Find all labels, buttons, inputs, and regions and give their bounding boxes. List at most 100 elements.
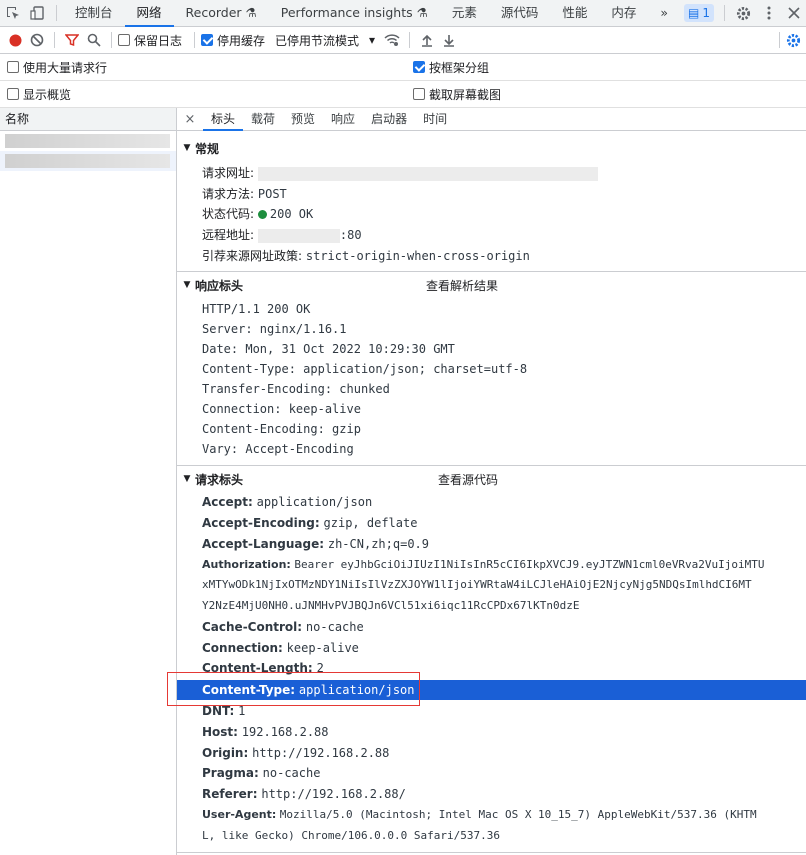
search-icon[interactable] — [83, 27, 105, 53]
inspect-element-icon[interactable] — [0, 0, 25, 26]
tab-timing[interactable]: 时间 — [415, 108, 455, 131]
header-value: Bearer eyJhbGciOiJIUzI1NiIsInR5cCI6IkpXV… — [294, 558, 765, 571]
close-details-icon[interactable]: × — [177, 112, 203, 127]
options-row-1: 使用大量请求行 按框架分组 — [0, 54, 806, 81]
show-overview-label: 显示概览 — [23, 87, 72, 102]
tab-performance-insights[interactable]: Performance insights ⚗ — [269, 0, 440, 27]
tab-performance[interactable]: 性能 — [550, 0, 599, 27]
request-header-authorization: Authorization: Bearer eyJhbGciOiJIUzI1Ni… — [202, 555, 802, 575]
request-row-selected[interactable] — [0, 151, 176, 171]
tab-response[interactable]: 响应 — [323, 108, 363, 131]
triangle-down-icon: ▼ — [183, 143, 191, 153]
export-har-icon[interactable] — [438, 27, 460, 53]
tab-network[interactable]: 网络 — [124, 0, 174, 27]
view-parsed-link[interactable]: 查看解析结果 — [426, 277, 498, 294]
request-list: 名称 — [0, 108, 177, 855]
tab-memory[interactable]: 内存 — [599, 0, 648, 27]
request-header-origin: Origin: http://192.168.2.88 — [202, 743, 802, 763]
general-section-header[interactable]: ▼ 常规 — [177, 138, 806, 158]
capture-screenshots-option[interactable]: 截取屏幕截图 — [413, 86, 507, 103]
request-header-referer: Referer: http://192.168.2.88/ — [202, 784, 802, 804]
request-method-line: 请求方法: POST — [202, 184, 802, 204]
header-value: no-cache — [262, 766, 321, 780]
request-headers-section-header[interactable]: ▼ 请求标头 查看源代码 — [177, 469, 806, 489]
preserve-log-checkbox[interactable] — [118, 34, 130, 46]
issues-badge[interactable]: ▤ 1 — [684, 4, 715, 22]
header-name: DNT: — [202, 704, 235, 718]
close-icon[interactable] — [781, 0, 806, 26]
response-header-line: Transfer-Encoding: chunked — [202, 382, 390, 396]
group-by-frame-checkbox[interactable] — [413, 61, 425, 73]
settings-gear-icon[interactable] — [731, 0, 756, 26]
large-rows-option[interactable]: 使用大量请求行 — [7, 59, 113, 76]
tab-recorder[interactable]: Recorder ⚗ — [174, 0, 269, 27]
response-header-line: Vary: Accept-Encoding — [202, 442, 354, 456]
response-headers-section-header[interactable]: ▼ 响应标头 查看解析结果 — [177, 275, 806, 295]
large-rows-label: 使用大量请求行 — [23, 60, 108, 75]
section-divider — [177, 852, 806, 853]
request-header-cache-control: Cache-Control: no-cache — [202, 617, 802, 637]
kebab-menu-icon[interactable] — [756, 0, 781, 26]
disable-cache-checkbox[interactable] — [201, 34, 214, 46]
view-source-link[interactable]: 查看源代码 — [438, 471, 498, 488]
header-name: Accept-Language: — [202, 537, 325, 551]
request-header-accept-encoding: Accept-Encoding: gzip, deflate — [202, 513, 802, 533]
redacted-request-name — [5, 154, 170, 168]
request-headers-title: 请求标头 — [195, 472, 244, 487]
flask-icon: ⚗ — [416, 4, 428, 20]
request-header-dnt: DNT: 1 — [202, 701, 802, 721]
show-overview-option[interactable]: 显示概览 — [7, 86, 77, 103]
response-header-line: Server: nginx/1.16.1 — [202, 322, 347, 336]
disable-cache-label: 停用缓存 — [217, 33, 266, 48]
header-value: keep-alive — [286, 641, 359, 655]
device-toolbar-icon[interactable] — [25, 0, 50, 26]
tab-payload[interactable]: 载荷 — [243, 108, 283, 131]
network-settings-gear-icon[interactable] — [782, 27, 804, 53]
tab-elements[interactable]: 元素 — [440, 0, 489, 27]
preserve-log-label: 保留日志 — [134, 33, 183, 48]
request-header-user-agent: User-Agent: Mozilla/5.0 (Macintosh; Inte… — [202, 805, 802, 825]
remote-address-line: 远程地址: :80 — [202, 225, 802, 245]
separator — [111, 32, 112, 48]
referrer-policy-label: 引荐来源网址政策: — [202, 249, 303, 263]
record-icon[interactable] — [4, 27, 26, 53]
request-url-line: 请求网址: — [202, 163, 802, 183]
devtools-tabbar: 控制台 网络 Recorder ⚗ Performance insights ⚗… — [0, 0, 806, 27]
more-tabs-button[interactable]: » — [648, 0, 680, 27]
referrer-policy-value: strict-origin-when-cross-origin — [305, 249, 530, 263]
throttling-select[interactable]: 已停用节流模式 — [275, 32, 359, 49]
tab-headers[interactable]: 标头 — [203, 108, 244, 131]
header-value: Mozilla/5.0 (Macintosh; Intel Mac OS X 1… — [279, 808, 757, 821]
tab-sources[interactable]: 源代码 — [489, 0, 551, 27]
remote-address-label: 远程地址: — [202, 228, 255, 242]
header-name: Accept-Encoding: — [202, 516, 320, 530]
separator — [779, 32, 780, 48]
header-name: Host: — [202, 725, 238, 739]
header-name: User-Agent: — [202, 808, 277, 821]
message-icon: ▤ — [688, 6, 700, 20]
triangle-down-icon: ▼ — [183, 474, 191, 484]
large-rows-checkbox[interactable] — [7, 61, 19, 73]
response-headers-title: 响应标头 — [195, 278, 244, 293]
request-row[interactable] — [0, 131, 176, 151]
filter-icon[interactable] — [61, 27, 83, 53]
authorization-value-continued: Y2NzE4MjU0NH0.uJNMHvPVJBQJn6VCl51xi6iqc1… — [202, 599, 580, 612]
clear-icon[interactable] — [26, 27, 48, 53]
tab-initiator[interactable]: 启动器 — [363, 108, 415, 131]
separator — [409, 32, 411, 48]
import-har-icon[interactable] — [416, 27, 438, 53]
tab-console[interactable]: 控制台 — [63, 0, 125, 27]
throttling-dropdown-arrow[interactable]: ▾ — [369, 33, 375, 47]
general-title: 常规 — [195, 141, 220, 156]
capture-screenshots-checkbox[interactable] — [413, 88, 425, 100]
header-name: Accept: — [202, 495, 253, 509]
network-conditions-icon[interactable] — [381, 27, 403, 53]
request-method-label: 请求方法: — [202, 187, 255, 201]
tab-preview[interactable]: 预览 — [283, 108, 323, 131]
show-overview-checkbox[interactable] — [7, 88, 19, 100]
separator — [724, 5, 725, 21]
name-column-header[interactable]: 名称 — [0, 108, 176, 131]
capture-screenshots-label: 截取屏幕截图 — [429, 87, 502, 102]
section-divider — [177, 465, 806, 466]
group-by-frame-option[interactable]: 按框架分组 — [413, 59, 495, 76]
